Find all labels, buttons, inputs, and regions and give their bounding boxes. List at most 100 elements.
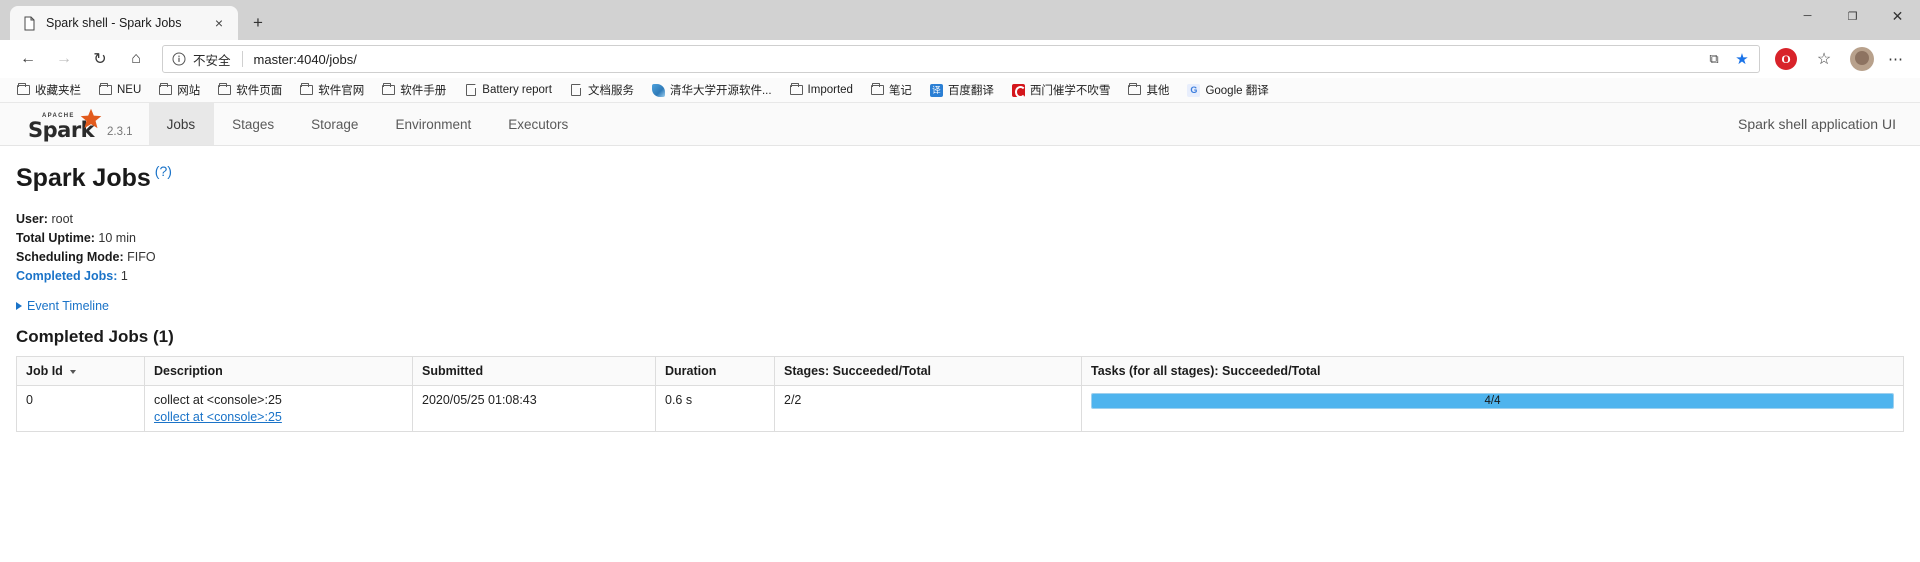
column-header-submitted[interactable]: Submitted [412,356,656,386]
summary-label-link[interactable]: Completed Jobs: [16,269,117,283]
reading-view-icon[interactable]: ⧉ [1705,50,1723,68]
progress-label: 4/4 [1484,395,1501,407]
bookmark-label: NEU [117,84,142,96]
bookmark-item[interactable]: 西门催学不吹雪 [1003,79,1120,101]
page-icon [570,84,583,97]
collections-icon[interactable]: ☆ [1806,44,1842,74]
forward-icon[interactable]: → [46,44,82,74]
home-icon[interactable]: ⌂ [118,44,154,74]
new-tab-button[interactable]: + [242,8,274,38]
minimize-icon[interactable]: ─ [1785,0,1830,32]
info-icon[interactable] [171,52,186,67]
summary-row-uptime: Total Uptime: 10 min [16,229,1904,248]
window-close-icon[interactable]: ✕ [1875,0,1920,32]
browser-tab[interactable]: Spark shell - Spark Jobs × [10,6,238,40]
page-title: Spark Jobs (?) [16,163,1904,193]
summary-value: root [51,212,73,226]
bookmark-label: Imported [807,84,853,96]
bookmark-item[interactable]: 其他 [1119,79,1178,101]
bookmark-label: Google 翻译 [1205,85,1269,97]
table-header-row: Job Id Description Submitted Duration St… [16,356,1904,386]
red-c-icon [1011,83,1026,98]
avatar[interactable] [1844,44,1880,74]
bookmark-item[interactable]: 软件官网 [291,79,373,101]
cell-tasks: 4/4 [1081,385,1904,432]
bookmark-label: 软件手册 [400,85,447,97]
tsinghua-icon [651,83,665,97]
folder-icon [870,83,884,97]
tab-jobs[interactable]: Jobs [148,103,215,145]
address-bar[interactable]: 不安全 master:4040/jobs/ ⧉ ★ [162,45,1760,73]
bookmark-label: 软件官网 [318,85,365,97]
page-icon [464,84,477,97]
apache-label: APACHE [42,113,75,119]
summary-row-completed-jobs[interactable]: Completed Jobs: 1 [16,267,1904,286]
folder-icon [218,83,232,97]
column-header-duration[interactable]: Duration [655,356,775,386]
section-title: Completed Jobs (1) [16,327,174,346]
page-title-text: Spark Jobs [16,164,151,192]
bookmark-item[interactable]: NEU [90,79,150,101]
cell-stages: 2/2 [774,385,1082,432]
bookmark-item[interactable]: Battery report [455,79,561,101]
bookmark-label: 软件页面 [236,85,283,97]
bookmark-label: 其他 [1146,85,1170,97]
google-translate-icon: G [1187,83,1201,97]
spark-version: 2.3.1 [107,126,133,138]
bookmark-label: 西门催学不吹雪 [1029,85,1111,97]
bookmark-item[interactable]: 笔记 [862,79,921,101]
tab-strip: Spark shell - Spark Jobs × + ─ ❐ ✕ [0,0,1920,40]
tasks-progress-bar: 4/4 [1091,393,1894,409]
url-text[interactable]: master:4040/jobs/ [254,52,357,67]
description-text: collect at <console>:25 [154,393,282,407]
table-row: 0 collect at <console>:25 collect at <co… [16,385,1904,432]
column-header-job-id[interactable]: Job Id [16,356,145,386]
favorite-star-icon[interactable]: ★ [1733,50,1751,68]
close-icon[interactable]: × [208,12,230,34]
more-menu-icon[interactable]: ⋯ [1882,45,1910,73]
maximize-icon[interactable]: ❐ [1830,0,1875,32]
folder-icon [159,83,173,97]
event-timeline-label: Event Timeline [27,299,109,313]
browser-toolbar: ← → ↻ ⌂ 不安全 master:4040/jobs/ ⧉ ★ O ☆ ⋯ [0,40,1920,78]
bookmark-label: 百度翻译 [947,85,994,97]
bookmark-item[interactable]: 译百度翻译 [921,79,1003,101]
column-header-tasks[interactable]: Tasks (for all stages): Succeeded/Total [1081,356,1904,386]
help-icon[interactable]: (?) [155,163,172,179]
summary-row-user: User: root [16,210,1904,229]
bookmark-item[interactable]: Imported [781,79,862,101]
bookmark-item[interactable]: 网站 [150,79,209,101]
baidu-translate-icon: 译 [929,83,943,97]
folder-icon [17,83,30,97]
cell-job-id: 0 [16,385,145,432]
application-name: Spark shell application UI [1738,116,1896,132]
column-header-stages[interactable]: Stages: Succeeded/Total [774,356,1082,386]
cell-duration: 0.6 s [655,385,775,432]
tab-stages[interactable]: Stages [214,103,293,145]
bookmark-item[interactable]: G Google 翻译 [1178,79,1277,101]
spark-brand[interactable]: APACHE Spark 2.3.1 [0,103,149,145]
description-link[interactable]: collect at <console>:25 [154,410,403,424]
back-icon[interactable]: ← [10,44,46,74]
tab-executors[interactable]: Executors [490,103,587,145]
tab-environment[interactable]: Environment [377,103,490,145]
column-header-description[interactable]: Description [144,356,413,386]
bookmark-item[interactable]: 软件手册 [373,79,455,101]
spark-logo-icon: APACHE Spark [28,108,102,141]
cell-description: collect at <console>:25 collect at <cons… [144,385,413,432]
event-timeline-toggle[interactable]: Event Timeline [16,299,1904,313]
folder-icon [382,83,396,97]
tab-storage[interactable]: Storage [293,103,377,145]
completed-jobs-table: Job Id Description Submitted Duration St… [16,356,1904,432]
omnibox-actions: ⧉ ★ [1705,50,1751,68]
opera-extension-icon[interactable]: O [1768,44,1804,74]
tab-title: Spark shell - Spark Jobs [46,16,182,30]
bookmark-item[interactable]: 收藏夹栏 [8,79,90,101]
bookmark-item[interactable]: 文档服务 [561,79,643,101]
summary-value: 1 [120,269,128,283]
chevron-right-icon [16,302,22,310]
reload-icon[interactable]: ↻ [82,44,118,74]
folder-icon [99,83,112,97]
bookmark-item[interactable]: 清华大学开源软件... [643,79,781,101]
bookmark-item[interactable]: 软件页面 [209,79,291,101]
